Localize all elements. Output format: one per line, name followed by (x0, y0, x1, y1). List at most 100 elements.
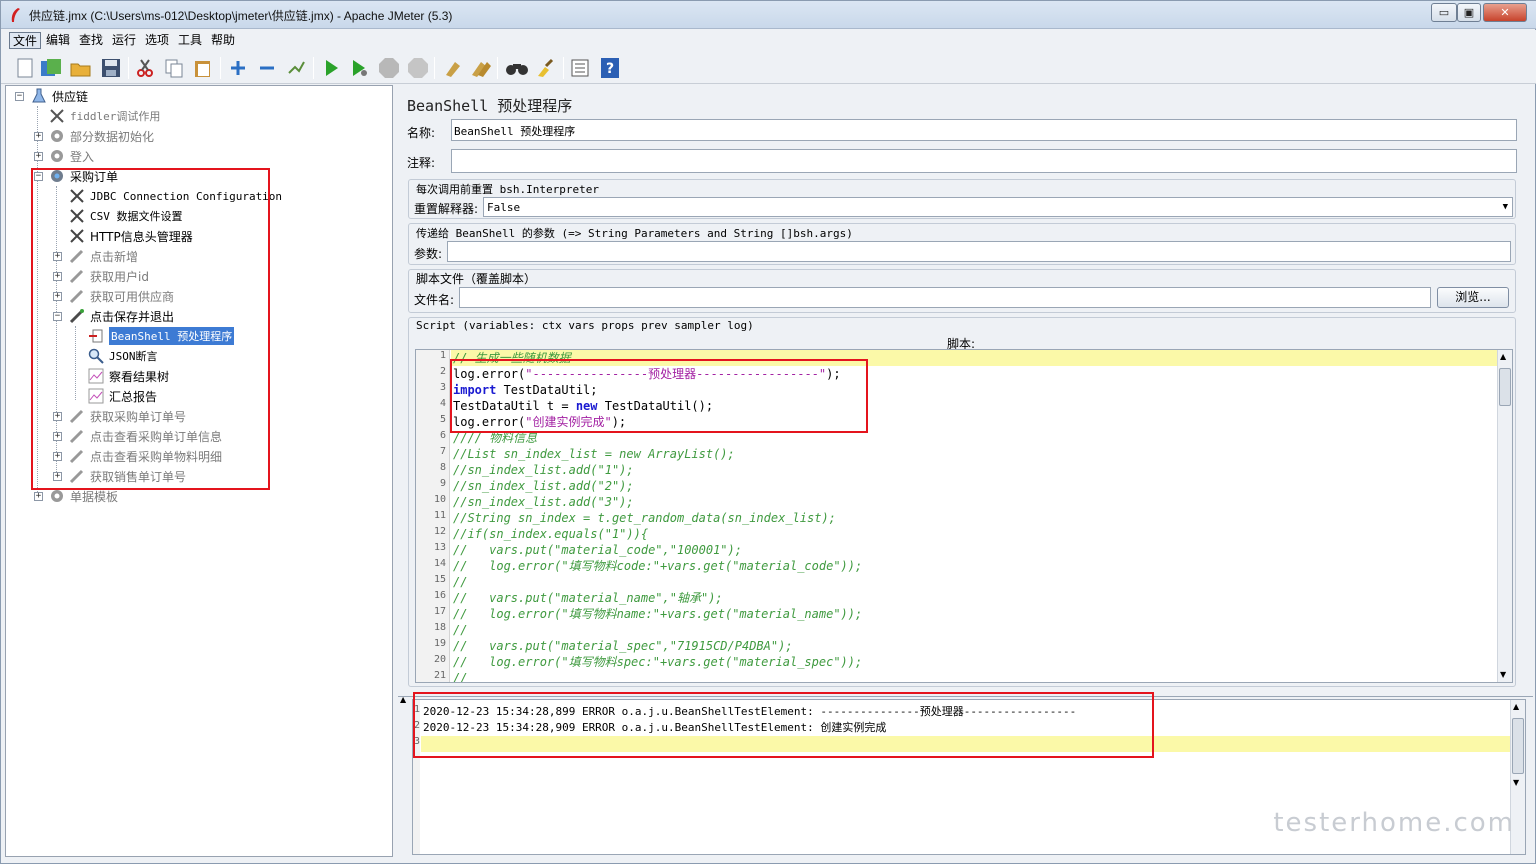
editor-scrollbar[interactable]: ▲ ▼ (1497, 350, 1512, 682)
function-helper-icon[interactable] (568, 56, 592, 80)
comment-field[interactable] (451, 149, 1517, 173)
paste-icon[interactable] (191, 56, 215, 80)
toolbar-separator (313, 57, 314, 79)
templates-icon[interactable] (39, 56, 63, 80)
page-title: BeanShell 预处理程序 (407, 97, 573, 115)
menu-search[interactable]: 查找 (76, 32, 106, 49)
line-number: 6 (439, 430, 446, 441)
tree-expand-toggle[interactable]: + (34, 492, 43, 501)
scroll-up-icon[interactable]: ▲ (1513, 702, 1519, 711)
tree-node-label: 部分数据初始化 (70, 129, 155, 144)
beanshell-editor-panel: BeanShell 预处理程序 名称: BeanShell 预处理程序 注释: … (398, 85, 1533, 857)
scroll-thumb[interactable] (1499, 368, 1511, 406)
code-line: // log.error("填写物料code:"+vars.get("mater… (453, 559, 863, 573)
tree-node-label: fiddler调试作用 (70, 110, 161, 123)
code-line: //if(sn_index.equals("1")){ (453, 527, 649, 541)
menu-file[interactable]: 文件 (9, 32, 42, 49)
stop-icon[interactable] (377, 56, 401, 80)
jmeter-window: 供应链.jmx (C:\Users\ms-012\Desktop\jmeter\… (0, 0, 1536, 864)
line-number: 20 (433, 654, 446, 665)
tree-expand-toggle[interactable]: + (34, 152, 43, 161)
code-line: // log.error("填写物料spec:"+vars.get("mater… (453, 655, 863, 669)
line-number: 1 (439, 350, 446, 361)
annotation-highlight-box (413, 692, 1154, 758)
start-no-pauses-icon[interactable] (347, 56, 371, 80)
code-line: //String sn_index = t.get_random_data(sn… (453, 511, 836, 525)
save-icon[interactable] (99, 56, 123, 80)
params-label: 参数: (414, 247, 443, 261)
start-icon[interactable] (319, 56, 343, 80)
line-number: 10 (433, 494, 446, 505)
window-title: 供应链.jmx (C:\Users\ms-012\Desktop\jmeter\… (29, 9, 453, 23)
chevron-down-icon: ▼ (1502, 202, 1508, 212)
new-icon[interactable] (13, 56, 37, 80)
minimize-button[interactable]: ▭ (1431, 3, 1457, 22)
toolbar-separator (128, 57, 129, 79)
wrench-icon (48, 107, 66, 125)
close-button[interactable]: ✕ (1483, 3, 1527, 22)
tree-node-label: 单据模板 (70, 489, 119, 504)
help-icon[interactable]: ? (598, 56, 622, 80)
line-number: 7 (439, 446, 446, 457)
expand-icon[interactable] (226, 56, 250, 80)
menu-edit[interactable]: 编辑 (43, 32, 73, 49)
scroll-thumb[interactable] (1512, 718, 1524, 774)
comment-label: 注释: (407, 156, 436, 170)
code-line: // (453, 575, 468, 589)
tree-node-label: 供应链 (52, 89, 89, 104)
code-line: // log.error("填写物料name:"+vars.get("mater… (453, 607, 863, 621)
tree-expand-toggle[interactable]: + (34, 132, 43, 141)
script-file-group-title: 脚本文件（覆盖脚本） (416, 272, 537, 286)
menu-options[interactable]: 选项 (142, 32, 172, 49)
code-line: // (453, 671, 468, 683)
filename-field[interactable] (459, 287, 1431, 308)
scroll-down-icon[interactable]: ▼ (1513, 778, 1519, 787)
browse-button[interactable]: 浏览... (1437, 287, 1509, 308)
cut-icon[interactable] (133, 56, 157, 80)
collapse-icon[interactable] (255, 56, 279, 80)
tree-node-root[interactable]: 供应链 (30, 86, 88, 106)
params-group-title: 传递给 BeanShell 的参数 (=> String Parameters … (416, 227, 853, 240)
line-number: 21 (433, 670, 446, 681)
tree-collapse-toggle[interactable]: − (15, 92, 24, 101)
line-number: 2 (439, 366, 446, 377)
copy-icon[interactable] (162, 56, 186, 80)
toolbar-separator (563, 57, 564, 79)
menu-help[interactable]: 帮助 (208, 32, 238, 49)
clear-icon[interactable] (441, 56, 465, 80)
flask-icon (30, 87, 48, 105)
tree-node-init-data[interactable]: 部分数据初始化 (48, 126, 154, 146)
name-field[interactable]: BeanShell 预处理程序 (451, 119, 1517, 141)
code-line: // vars.put("material_name","轴承"); (453, 591, 723, 605)
maximize-button[interactable]: ▣ (1457, 3, 1481, 22)
code-line: //sn_index_list.add("3"); (453, 495, 634, 509)
reset-group-title: 每次调用前重置 bsh.Interpreter (416, 183, 599, 196)
gear-icon (48, 127, 66, 145)
toolbar-separator (434, 57, 435, 79)
parameters-field[interactable] (447, 241, 1511, 262)
menu-tools[interactable]: 工具 (175, 32, 205, 49)
code-line: // vars.put("material_code","100001"); (453, 543, 742, 557)
clear-all-icon[interactable] (469, 56, 493, 80)
script-group-title: Script (variables: ctx vars props prev s… (416, 319, 754, 332)
shutdown-icon[interactable] (406, 56, 430, 80)
menu-run[interactable]: 运行 (109, 32, 139, 49)
open-icon[interactable] (69, 56, 93, 80)
tree-node-fiddler[interactable]: fiddler调试作用 (48, 106, 160, 126)
scroll-up-icon[interactable]: ▲ (1500, 352, 1506, 361)
tree-node-login[interactable]: 登入 (48, 146, 94, 166)
line-number: 9 (439, 478, 446, 489)
code-line: //List sn_index_list = new ArrayList(); (453, 447, 735, 461)
scroll-down-icon[interactable]: ▼ (1500, 670, 1506, 679)
reset-interpreter-select[interactable]: False ▼ (483, 197, 1513, 217)
reset-label: 重置解释器: (414, 202, 479, 216)
toggle-icon[interactable] (284, 56, 308, 80)
line-number: 19 (433, 638, 446, 649)
jmeter-feather-icon (11, 8, 20, 22)
reset-search-icon[interactable] (534, 56, 558, 80)
line-number: 5 (439, 414, 446, 425)
line-number: 3 (439, 382, 446, 393)
search-icon[interactable] (505, 56, 529, 80)
annotation-highlight-box (450, 359, 868, 433)
watermark: testerhome.com (1273, 808, 1515, 838)
